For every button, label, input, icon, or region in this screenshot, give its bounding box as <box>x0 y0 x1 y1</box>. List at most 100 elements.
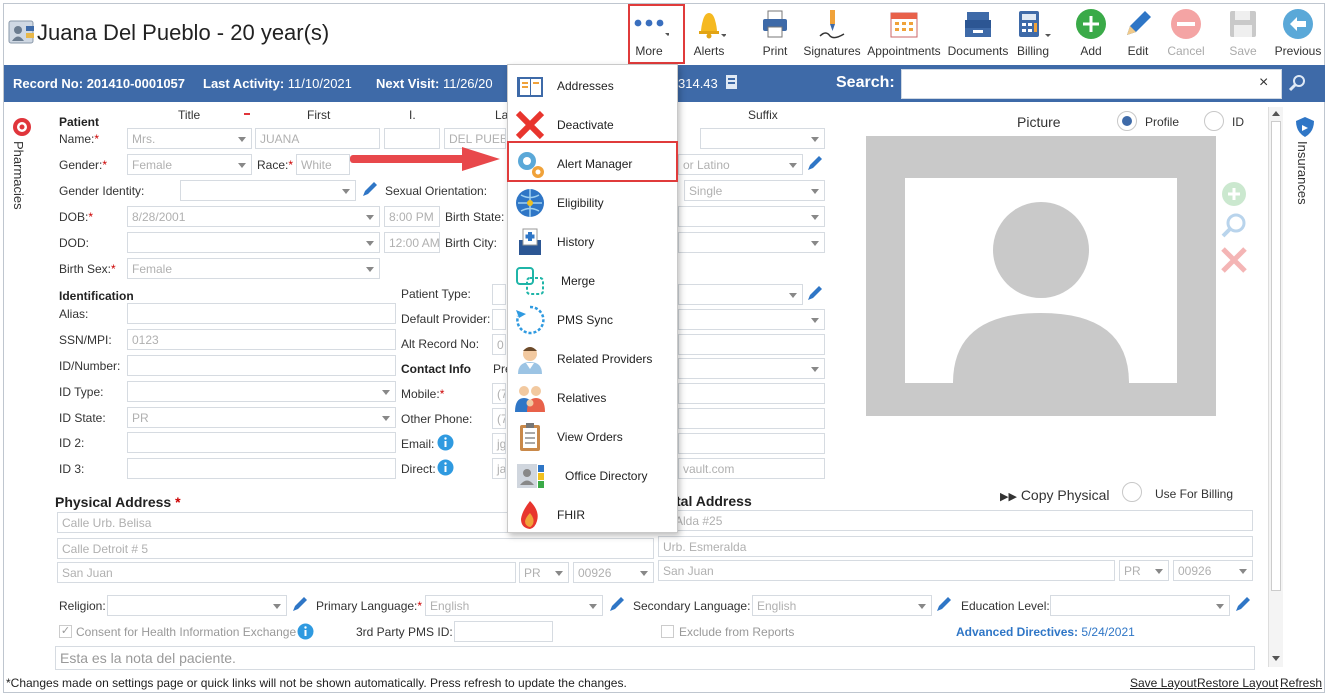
education-level-edit-icon[interactable] <box>1234 595 1252 613</box>
direct-info-icon[interactable] <box>437 459 454 476</box>
consent-checkbox[interactable]: ✓ <box>59 625 72 638</box>
menu-item-view-orders[interactable]: View Orders <box>508 417 677 456</box>
id3-input[interactable] <box>127 458 396 479</box>
marital-status-select[interactable]: Single <box>684 180 825 201</box>
physical-city-input[interactable]: San Juan <box>57 562 516 583</box>
mobile-input-right[interactable] <box>678 383 825 404</box>
dod-time-input[interactable]: 12:00 AM <box>384 232 440 253</box>
zoom-photo-icon[interactable] <box>1220 212 1248 240</box>
id-radio[interactable] <box>1204 111 1224 131</box>
ethnicity-edit-icon[interactable] <box>806 154 824 172</box>
race-select[interactable]: White <box>296 154 350 175</box>
search-input[interactable] <box>901 69 1282 99</box>
save-layout-link[interactable]: Save Layout <box>1130 676 1197 690</box>
dod-input[interactable] <box>127 232 380 253</box>
id-state-select[interactable]: PR <box>127 407 396 428</box>
appointments-button[interactable]: Appointments <box>867 8 941 64</box>
postal-zip-select[interactable]: 00926 <box>1173 560 1253 581</box>
physical-state-select[interactable]: PR <box>519 562 569 583</box>
menu-item-alert-manager[interactable]: Alert Manager <box>508 144 677 183</box>
add-photo-icon[interactable] <box>1221 181 1247 207</box>
menu-item-pms-sync[interactable]: PMS Sync <box>508 300 677 339</box>
menu-item-eligibility[interactable]: Eligibility <box>508 183 677 222</box>
ethnicity-select[interactable]: or Latino <box>678 154 803 175</box>
alias-input[interactable] <box>127 303 396 324</box>
scroll-up-arrow-icon[interactable] <box>1272 111 1280 116</box>
consent-info-icon[interactable] <box>297 623 314 640</box>
menu-item-related-providers[interactable]: Related Providers <box>508 339 677 378</box>
gender-select[interactable]: Female <box>127 154 252 175</box>
patient-type-select-right[interactable] <box>678 284 803 305</box>
restore-layout-link[interactable]: Restore Layout <box>1197 676 1278 690</box>
postal-line2-input[interactable]: Urb. Esmeralda <box>658 536 1253 557</box>
scroll-thumb[interactable] <box>1271 121 1281 591</box>
previous-button[interactable]: Previous <box>1268 8 1328 64</box>
direct-input-right[interactable]: vault.com <box>678 458 825 479</box>
menu-item-office-directory[interactable]: Office Directory <box>508 456 677 495</box>
patient-type-edit-icon[interactable] <box>806 284 824 302</box>
primary-language-edit-icon[interactable] <box>608 595 626 613</box>
email-input-right[interactable] <box>678 433 825 454</box>
suffix-select[interactable] <box>700 128 825 149</box>
form-scrollbar[interactable] <box>1268 107 1283 667</box>
search-clear-icon[interactable]: × <box>1259 74 1268 92</box>
other-phone-input-right[interactable] <box>678 408 825 429</box>
alt-record-input[interactable]: 0 <box>492 334 506 355</box>
advanced-directives-link[interactable]: Advanced Directives: 5/24/2021 <box>956 625 1135 639</box>
delete-photo-icon[interactable] <box>1220 246 1248 274</box>
postal-state-select[interactable]: PR <box>1119 560 1169 581</box>
insurances-icon[interactable] <box>1294 116 1316 138</box>
direct-input[interactable]: ja <box>492 458 506 479</box>
secondary-language-select[interactable]: English <box>752 595 932 616</box>
first-name-input[interactable]: JUANA <box>255 128 380 149</box>
id-number-input[interactable] <box>127 355 396 376</box>
profile-radio[interactable] <box>1117 111 1137 131</box>
dob-time-input[interactable]: 8:00 PM <box>384 206 440 227</box>
menu-item-addresses[interactable]: Addresses <box>508 66 677 105</box>
birth-state-select[interactable] <box>678 206 825 227</box>
menu-item-history[interactable]: History <box>508 222 677 261</box>
menu-item-merge[interactable]: Merge <box>508 261 677 300</box>
alt-record-input-right[interactable] <box>678 334 825 355</box>
education-level-select[interactable] <box>1050 595 1230 616</box>
id-type-select[interactable] <box>127 381 396 402</box>
use-for-billing-radio[interactable] <box>1122 482 1142 502</box>
alerts-button[interactable]: Alerts <box>679 8 739 64</box>
menu-item-deactivate[interactable]: Deactivate <box>508 105 677 144</box>
menu-item-fhir[interactable]: FHIR <box>508 495 677 534</box>
postal-line1-input[interactable]: le Alda #25 <box>658 510 1253 531</box>
default-provider-select[interactable] <box>492 309 506 330</box>
other-phone-input[interactable]: (7 <box>492 408 506 429</box>
exclude-reports-checkbox[interactable] <box>661 625 674 638</box>
ssn-input[interactable]: 0123 <box>127 329 396 350</box>
insurances-tab[interactable]: Insurances <box>1295 141 1310 205</box>
title-select[interactable]: Mrs. <box>127 128 252 149</box>
pharmacies-icon[interactable] <box>11 116 33 138</box>
gender-identity-edit-icon[interactable] <box>361 180 379 198</box>
dob-input[interactable]: 8/28/2001 <box>127 206 380 227</box>
gender-identity-select[interactable] <box>180 180 356 201</box>
scroll-down-arrow-icon[interactable] <box>1272 656 1280 661</box>
contact-preference-select[interactable] <box>678 358 825 379</box>
patient-type-select[interactable] <box>492 284 506 305</box>
refresh-link[interactable]: Refresh <box>1280 676 1322 690</box>
id2-input[interactable] <box>127 432 396 453</box>
mobile-input[interactable]: (7 <box>492 383 506 404</box>
balance-doc-icon[interactable] <box>724 74 740 90</box>
religion-select[interactable] <box>107 595 287 616</box>
primary-language-select[interactable]: English <box>425 595 603 616</box>
third-party-pms-input[interactable] <box>454 621 553 642</box>
menu-item-relatives[interactable]: Relatives <box>508 378 677 417</box>
secondary-language-edit-icon[interactable] <box>935 595 953 613</box>
postal-city-input[interactable]: San Juan <box>658 560 1115 581</box>
birth-sex-select[interactable]: Female <box>127 258 380 279</box>
copy-physical-button[interactable]: ▶▶ Copy Physical <box>1000 487 1110 503</box>
middle-initial-input[interactable] <box>384 128 440 149</box>
email-info-icon[interactable] <box>437 434 454 451</box>
email-input[interactable]: jg <box>492 433 506 454</box>
pharmacies-tab[interactable]: Pharmacies <box>11 141 26 210</box>
search-icon[interactable] <box>1288 73 1308 93</box>
birth-city-select[interactable] <box>678 232 825 253</box>
last-name-input[interactable]: DEL PUEBLO <box>444 128 506 149</box>
patient-note[interactable]: Esta es la nota del paciente. <box>55 646 1255 670</box>
